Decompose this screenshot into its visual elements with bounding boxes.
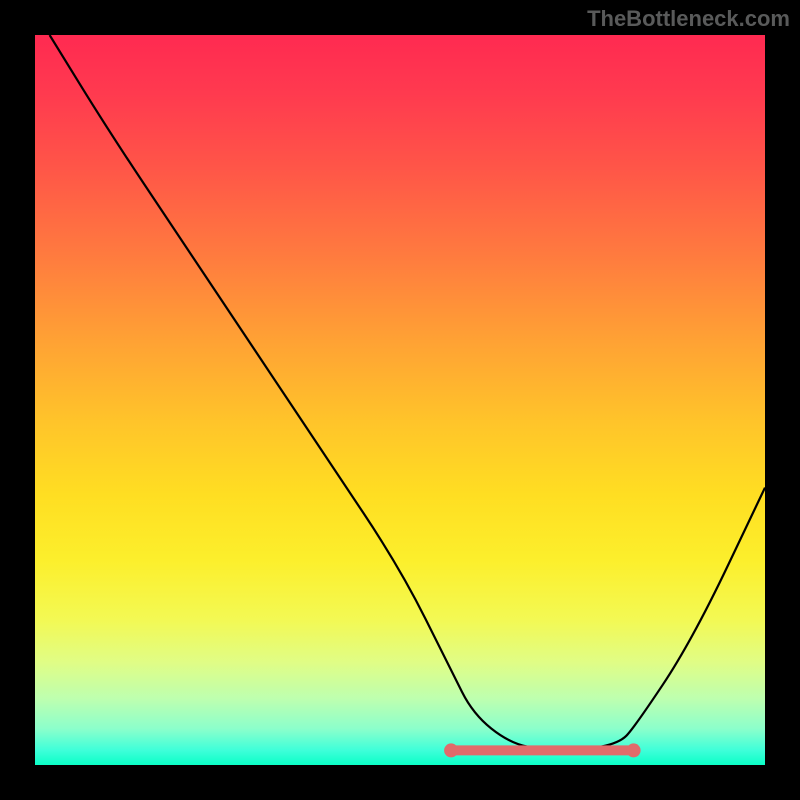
watermark-text: TheBottleneck.com (587, 6, 790, 32)
bottleneck-curve (50, 35, 765, 750)
chart-gradient-background (35, 35, 765, 765)
chart-svg (35, 35, 765, 765)
marker-strip-dot (444, 743, 458, 757)
marker-strip (444, 743, 640, 757)
marker-strip-dot (627, 743, 641, 757)
